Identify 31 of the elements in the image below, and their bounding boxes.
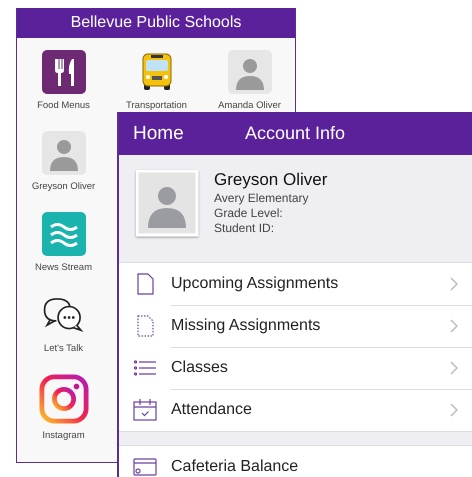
menu-item-label: Upcoming Assignments: [171, 274, 338, 292]
menu-item[interactable]: Missing Assignments: [119, 305, 472, 347]
menu-item-label: Classes: [171, 358, 228, 376]
person-placeholder-icon[interactable]: [42, 131, 86, 175]
tile-label[interactable]: Amanda Oliver: [218, 100, 281, 111]
menu-item-label: Cafeteria Balance: [171, 458, 298, 476]
fork-knife-icon[interactable]: [42, 50, 86, 94]
student-name: Greyson Oliver: [214, 170, 328, 190]
home-link[interactable]: Home: [133, 122, 245, 144]
avatar-placeholder: [136, 170, 200, 238]
tile-label[interactable]: Greyson Oliver: [32, 181, 96, 192]
menu-item-label: Missing Assignments: [171, 316, 320, 334]
tile-label[interactable]: News Stream: [34, 262, 92, 273]
tile-label[interactable]: Transportation: [126, 100, 187, 111]
menu-item[interactable]: Attendance: [119, 389, 472, 431]
calendar-check-icon: [133, 398, 157, 422]
menu-item[interactable]: Upcoming Assignments: [119, 263, 472, 305]
school-name: Avery Elementary: [214, 191, 310, 206]
tile-label[interactable]: Let's Talk: [44, 343, 84, 354]
camera-outline-icon[interactable]: [38, 374, 88, 424]
person-placeholder-icon[interactable]: [228, 50, 272, 94]
screen-title: Account Info: [245, 123, 346, 144]
menu-item[interactable]: Cafeteria Balance: [119, 446, 472, 477]
waves-icon[interactable]: [42, 212, 86, 256]
tile-label[interactable]: Food Menus: [37, 100, 90, 111]
screen-title: Bellevue Public Schools: [70, 14, 242, 32]
grade-level-label: Grade Level:: [214, 206, 284, 221]
menu-item-label: Attendance: [171, 401, 252, 419]
menu-item[interactable]: Classes: [119, 347, 472, 389]
tile-label[interactable]: Instagram: [42, 430, 85, 441]
student-id-label: Student ID:: [214, 221, 276, 236]
